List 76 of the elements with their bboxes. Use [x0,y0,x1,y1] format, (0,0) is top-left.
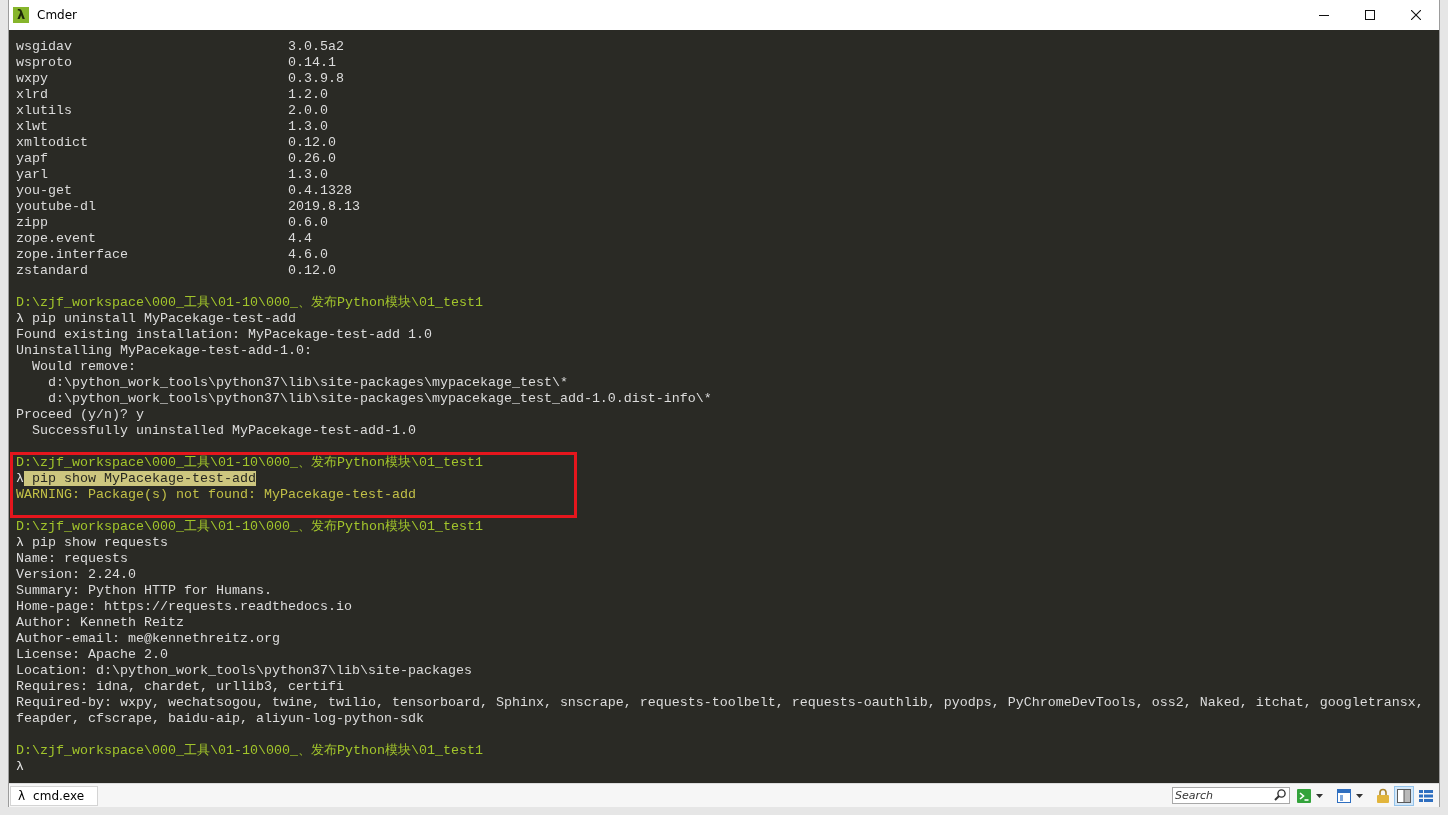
caret-icon [1356,793,1363,798]
package-version: 0.4.1328 [288,183,352,199]
output-line: Name: requests [16,551,128,567]
output-line: d:\python_work_tools\python37\lib\site-packages\mypacekage_test_add-1.0.dist-info\* [48,391,712,407]
package-name: wsproto [16,55,73,71]
prompt-symbol: λ [16,311,24,326]
caret-icon [1316,793,1323,798]
package-name: xlrd [16,87,49,103]
package-name: xmltodict [16,135,89,151]
package-name: you-get [16,183,73,199]
output-line: License: Apache 2.0 [16,647,168,663]
split-view-button[interactable] [1394,785,1414,806]
package-version: 1.3.0 [288,167,328,183]
console-tab[interactable]: λ cmd.exe [10,785,99,806]
search-field[interactable]: Search [1172,787,1290,804]
output-line: Requires: idna, chardet, urllib3, certifi [16,679,344,695]
path-line: D:\zjf_workspace\000_工具\01-10\000_、发布Python模块\01_test1 [16,455,483,471]
output-line: Author: Kenneth Reitz [16,615,184,631]
package-version: 0.3.9.8 [288,71,344,87]
output-line: Required-by: wxpy, wechatsogou, twine, twilio, tensorboard, Sphinx, snscrape, requests-toolbelt, requests-oauthlib, pyodps, PyChromeDevTools, oss2, Naked, itchat, googletransx, feapder, cfscrape, baidu-aip, aliyun-log-python-sdk [16,695,1425,727]
path-line: D:\zjf_workspace\000_工具\01-10\000_、发布Python模块\01_test1 [16,743,483,759]
package-name: zipp [16,215,49,231]
package-version: 1.3.0 [288,119,328,135]
maximize-icon [1365,10,1375,20]
package-version: 0.6.0 [288,215,328,231]
output-line: Summary: Python HTTP for Humans. [16,583,272,599]
app-icon: λ [18,788,26,803]
package-version: 0.12.0 [288,263,336,279]
package-version: 0.26.0 [288,151,336,167]
prompt-symbol: λ [16,471,24,486]
output-line: Author-email: me@kennethreitz.org [16,631,280,647]
list-view-icon [1419,789,1433,802]
output-line: Would remove: [32,359,136,375]
package-name: wxpy [16,71,49,87]
package-version: 2.0.0 [288,103,328,119]
split-view-icon [1397,788,1411,803]
package-name: xlutils [16,103,73,119]
lock-icon [1377,788,1389,803]
package-name: zope.event [16,231,97,247]
package-name: zstandard [16,263,89,279]
command-text: pip show requests [31,535,168,550]
output-line: Found existing installation: MyPacekage-test-add 1.0 [16,327,432,343]
package-version: 2019.8.13 [288,199,360,215]
command-text: pip uninstall MyPacekage-test-add [31,311,296,326]
package-version: 1.2.0 [288,87,328,103]
output-line: Location: d:\python_work_tools\python37\lib\site-packages [16,663,472,679]
output-line: Successfully uninstalled MyPacekage-test-add-1.0 [32,423,416,439]
terminal-icon [1297,788,1311,803]
window-icon [1337,788,1351,803]
package-name: yapf [16,151,49,167]
command-text: pip show MyPacekage-test-add [24,471,256,486]
package-name: youtube-dl [16,199,97,215]
package-name: zope.interface [16,247,129,263]
output-line: Home-page: https://requests.readthedocs.io [16,599,352,615]
minimize-icon [1319,14,1329,16]
package-name: yarl [16,167,49,183]
path-line: D:\zjf_workspace\000_工具\01-10\000_、发布Python模块\01_test1 [16,295,483,311]
path-line: D:\zjf_workspace\000_工具\01-10\000_、发布Python模块\01_test1 [16,519,483,535]
package-version: 0.12.0 [288,135,336,151]
app-icon: λ [13,7,29,23]
warning-line: WARNING: Package(s) not found: MyPacekage-test-add [16,487,416,503]
output-line: d:\python_work_tools\python37\lib\site-packages\mypacekage_test\* [48,375,568,391]
package-version: 0.14.1 [288,55,336,71]
prompt-symbol: λ [16,759,24,774]
search-icon [1274,789,1286,801]
window-title: Cmder [37,8,77,22]
package-name: wsgidav [16,39,73,55]
output-line: Uninstalling MyPacekage-test-add-1.0: [16,343,312,359]
package-version: 4.6.0 [288,247,328,263]
package-version: 4.4 [288,231,312,247]
package-version: 3.0.5a2 [288,39,344,55]
prompt-symbol: λ [16,535,24,550]
output-line: Proceed (y/n)? y [16,407,144,423]
output-line: Version: 2.24.0 [16,567,136,583]
close-icon [1411,10,1421,20]
package-name: xlwt [16,119,49,135]
